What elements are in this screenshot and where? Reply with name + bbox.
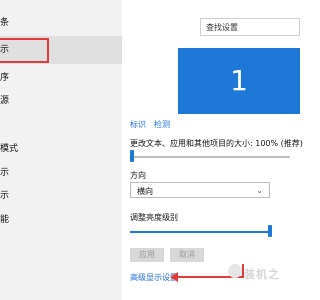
brightness-label: 调整亮度级别: [130, 213, 178, 222]
brightness-slider-fill[interactable]: [130, 231, 270, 233]
nav-item-feature[interactable]: 能: [0, 214, 9, 226]
chevron-down-icon: ⌄: [256, 186, 263, 195]
scale-slider-track[interactable]: [130, 156, 290, 158]
orientation-label: 方向: [130, 171, 146, 180]
nav-item-apps[interactable]: 序: [0, 72, 9, 84]
brightness-slider-thumb[interactable]: [268, 225, 272, 237]
detect-link[interactable]: 检测: [154, 119, 170, 130]
search-placeholder: 查找设置: [206, 23, 238, 32]
scale-label: 更改文本、应用和其他项目的大小: 100% (推荐): [130, 139, 303, 148]
watermark-text: 装机之: [244, 268, 280, 281]
orientation-select[interactable]: 横向 ⌄: [130, 182, 270, 198]
search-input[interactable]: 查找设置: [200, 18, 300, 36]
identify-link[interactable]: 标识: [130, 119, 146, 130]
highlight-box: [0, 38, 49, 63]
monitor-number: 1: [230, 64, 248, 97]
nav-item-top[interactable]: 条: [0, 17, 9, 29]
apply-button[interactable]: 应用: [130, 248, 164, 262]
watermark-icon: [228, 264, 242, 278]
monitor-tile[interactable]: 1: [178, 48, 300, 114]
nav-item-display2[interactable]: 示: [0, 167, 9, 179]
nav-item-display3[interactable]: 示: [0, 190, 9, 202]
orientation-value: 横向: [137, 187, 153, 196]
cancel-button[interactable]: 取消: [170, 248, 204, 262]
nav-item-mode[interactable]: 模式: [0, 143, 18, 155]
scale-slider-thumb[interactable]: [130, 150, 134, 162]
left-navigation-pane: 条 示 序 源 模式 示 示 能: [0, 0, 122, 300]
nav-item-power[interactable]: 源: [0, 95, 9, 107]
